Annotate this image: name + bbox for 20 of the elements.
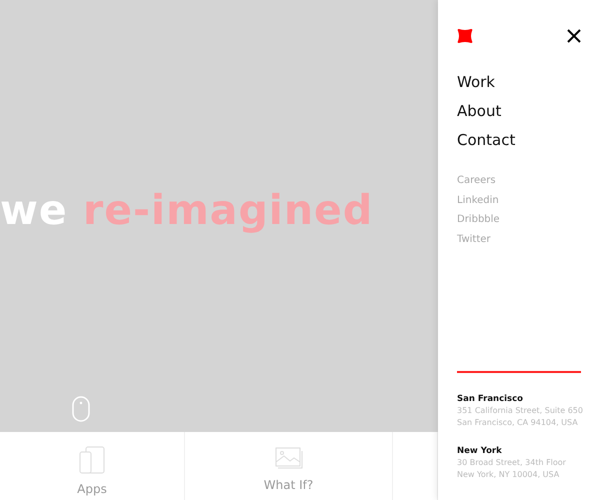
devices-icon (79, 446, 105, 474)
office-city: New York (457, 445, 503, 457)
tile-link[interactable]: Apps (77, 480, 107, 498)
address-line: 30 Broad Street, 34th Floor (457, 457, 567, 469)
tile-link[interactable]: What If? (264, 476, 314, 494)
menu-link[interactable]: Work (457, 72, 495, 92)
address-line: San Francisco, CA 94104, USA (457, 417, 579, 429)
mouse-icon (72, 396, 90, 422)
social-link[interactable]: Careers (457, 175, 496, 187)
menu-link[interactable]: Contact (457, 130, 516, 150)
office-city: San Francisco (457, 393, 524, 405)
logo-icon[interactable] (457, 28, 473, 44)
social-link[interactable]: Linkedin (457, 194, 499, 206)
menu-link[interactable]: About (457, 101, 502, 121)
social-link[interactable]: Twitter (457, 234, 491, 246)
picture-icon (274, 446, 302, 470)
social-link[interactable]: Dribbble (457, 214, 500, 226)
address-line: 351 California Street, Suite 650 (457, 405, 581, 417)
close-icon[interactable] (567, 29, 581, 43)
address-line: New York, NY 10004, USA (457, 469, 560, 481)
